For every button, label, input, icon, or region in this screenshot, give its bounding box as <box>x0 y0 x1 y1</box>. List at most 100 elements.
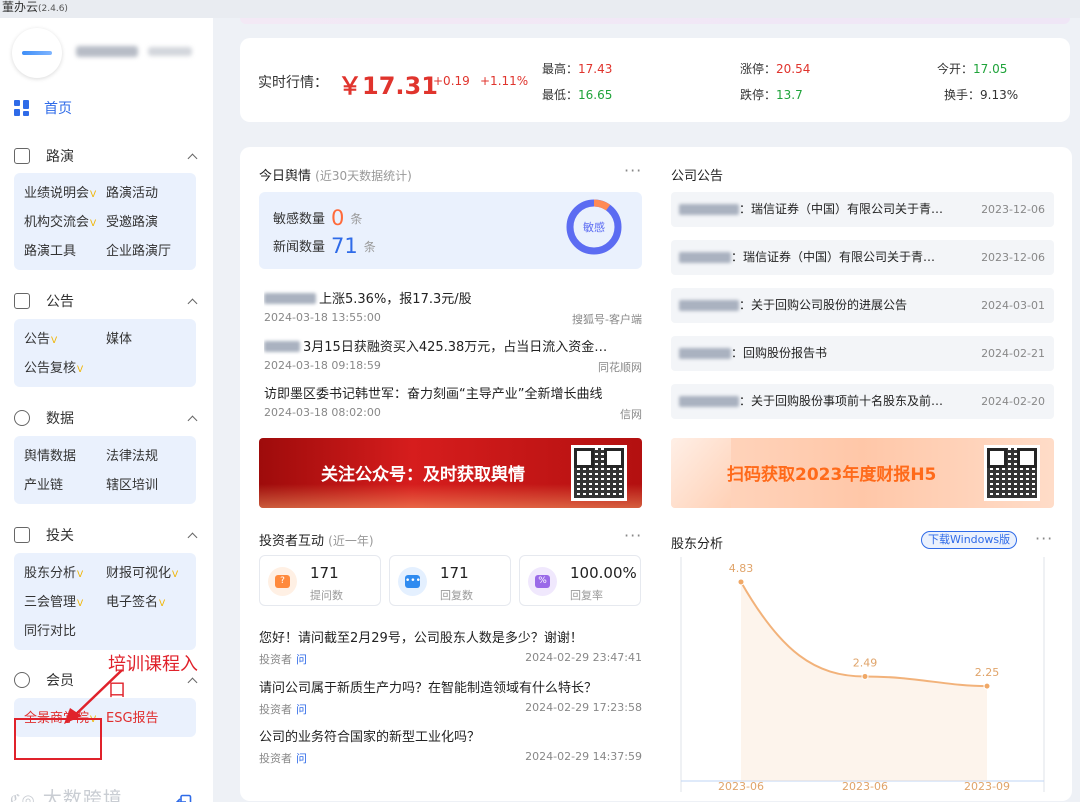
more-icon[interactable]: ··· <box>624 526 642 545</box>
sidebar-item-label: 路演活动 <box>106 186 159 201</box>
section-header-data[interactable]: 数据 <box>14 408 198 428</box>
news-item[interactable]: 3月15日获融资买入425.38万元，占当日流入资金… 2024-03-18 09… <box>264 336 642 375</box>
percent-icon: % <box>528 567 557 596</box>
series-area <box>741 581 987 781</box>
notice-date: 2023-12-06 <box>981 203 1045 216</box>
section-menu-ir: 股东分析V 财报可视化V三会管理V 电子签名V同行对比 <box>14 553 196 650</box>
qa-meta: 投资者问 2024-02-29 17:23:58 <box>259 701 642 717</box>
chevron-up-icon[interactable] <box>187 532 198 542</box>
notice-date: 2024-02-20 <box>981 395 1045 408</box>
notice-title: ：关于回购股份事项前十名股东及前… <box>739 394 944 408</box>
stat-card: ••• 171 回复数 <box>389 555 511 606</box>
company-profile[interactable] <box>12 28 212 84</box>
banner-text: 关注公众号：及时获取舆情 <box>321 465 525 485</box>
qa-item[interactable]: 请问公司属于新质生产力吗？在智能制造领域有什么特长？ 投资者问 2024-02-29… <box>259 677 642 717</box>
chevron-up-icon[interactable] <box>187 415 198 425</box>
sidebar-item[interactable]: 业绩说明会V <box>24 179 106 208</box>
vip-badge-icon: V <box>159 599 166 609</box>
sentiment-summary: 敏感数量 0 条 新闻数量 71 条 敏感 <box>259 192 642 269</box>
dashboard-icon <box>14 100 30 116</box>
sidebar-item[interactable]: 公告复核V <box>24 354 106 383</box>
sidebar-item[interactable]: 电子签名V <box>106 588 188 617</box>
notice-item[interactable]: ：回购股份报告书 2024-02-21 <box>671 336 1054 371</box>
stat-card: % 100.00% 回复率 <box>519 555 641 606</box>
asker-label: 投资者 <box>259 752 292 765</box>
sidebar-item[interactable]: 公告V <box>24 325 106 354</box>
download-windows-button[interactable]: 下载Windows版 <box>921 531 1018 549</box>
wechat-follow-banner[interactable]: 关注公众号：及时获取舆情 <box>259 438 642 508</box>
qr-code <box>984 445 1040 501</box>
shareholder-chart: 4.83 2023-06 2.49 2023-06 2.25 2023-09 <box>680 557 1045 793</box>
notice-item[interactable]: ：关于回购公司股份的进展公告 2024-03-01 <box>671 288 1054 323</box>
sidebar-item[interactable]: 辖区培训 <box>106 471 188 500</box>
ask-tag: 问 <box>296 703 307 716</box>
section-header-ir[interactable]: 投关 <box>14 525 198 545</box>
announcement-icon <box>14 293 30 309</box>
chevron-up-icon[interactable] <box>187 153 198 163</box>
news-item[interactable]: 上涨5.36%，报17.3元/股 2024-03-18 13:55:00 搜狐号-客… <box>264 288 642 327</box>
ask-tag: 问 <box>296 653 307 666</box>
qa-meta: 投资者问 2024-02-29 23:47:41 <box>259 651 642 667</box>
news-source: 搜狐号-客户端 <box>572 313 642 326</box>
quote-label: 实时行情： <box>258 75 328 91</box>
report-h5-banner[interactable]: 扫码获取2023年度财报H5 <box>671 438 1054 508</box>
quote-change: +0.19 <box>433 74 470 88</box>
notice-item[interactable]: ：瑞信证券（中国）有限公司关于青… 2023-12-06 <box>671 240 1054 275</box>
donut-label: 敏感 <box>583 220 605 234</box>
quote-price: ￥17.31 <box>338 72 438 100</box>
sidebar-item[interactable]: 受邀路演 <box>106 208 188 237</box>
notice-date: 2024-02-21 <box>981 347 1045 360</box>
news-item[interactable]: 访即墨区委书记韩世军：奋力刻画“主导产业”全新增长曲线 2024-03-18 08… <box>264 383 642 422</box>
notice-item[interactable]: ：关于回购股份事项前十名股东及前… 2024-02-20 <box>671 384 1054 419</box>
sidebar-item[interactable]: 路演活动 <box>106 179 188 208</box>
more-icon[interactable]: ··· <box>624 161 642 180</box>
ask-tag: 问 <box>296 752 307 765</box>
investor-relations-icon <box>14 527 30 543</box>
member-icon <box>14 672 30 688</box>
vip-badge-icon: V <box>51 336 58 346</box>
redacted-name <box>679 252 731 263</box>
more-icon[interactable]: ··· <box>1035 529 1053 548</box>
data-label: 2.49 <box>853 656 878 669</box>
app-title: 董办云 <box>2 0 39 14</box>
chevron-up-icon[interactable] <box>187 298 198 308</box>
qa-item[interactable]: 您好！请问截至2月29号，公司股东人数是多少？谢谢！ 投资者问 2024-02-29… <box>259 627 642 667</box>
sidebar-item[interactable]: 三会管理V <box>24 588 106 617</box>
data-point <box>861 672 869 680</box>
sidebar-item[interactable]: 法律法规 <box>106 442 188 471</box>
news-date: 2024-03-18 13:55:00 <box>264 311 381 324</box>
notices-title: 公司公告 <box>671 169 724 184</box>
company-logo <box>22 51 52 55</box>
section-header-roadshow[interactable]: 路演 <box>14 146 198 166</box>
sidebar-item[interactable]: 股东分析V <box>24 559 106 588</box>
news-source: 同花顺网 <box>598 361 642 374</box>
section-header-announcement[interactable]: 公告 <box>14 291 198 311</box>
sidebar-item[interactable]: 企业路演厅 <box>106 237 188 266</box>
quote-high: 最高：17.43 <box>542 62 613 76</box>
qa-date: 2024-02-29 23:47:41 <box>525 651 642 664</box>
sidebar-item[interactable]: 路演工具 <box>24 237 106 266</box>
sidebar-item[interactable]: 同行对比 <box>24 617 106 646</box>
data-label: 2.25 <box>975 666 1000 679</box>
avatar[interactable] <box>12 28 62 78</box>
sidebar-item[interactable]: 媒体 <box>106 325 188 354</box>
stat-value: 171 <box>310 564 339 582</box>
stat-label: 回复数 <box>440 589 473 602</box>
collapse-sidebar-icon[interactable] <box>176 794 192 802</box>
sidebar-item-label: 股东分析 <box>24 566 77 581</box>
data-label: 4.83 <box>729 562 754 575</box>
question-text: 公司的业务符合国家的新型工业化吗？ <box>259 730 481 745</box>
sidebar-item-home[interactable]: 首页 <box>14 98 72 118</box>
question-text: 您好！请问截至2月29号，公司股东人数是多少？谢谢！ <box>259 631 583 646</box>
question-text: 请问公司属于新质生产力吗？在智能制造领域有什么特长？ <box>259 681 598 696</box>
qa-item[interactable]: 公司的业务符合国家的新型工业化吗？ 投资者问 2024-02-29 14:37:59 <box>259 726 642 766</box>
sidebar-item[interactable]: 财报可视化V <box>106 559 188 588</box>
main-panel: 今日舆情 (近30天数据统计) ··· 敏感数量 0 条 新闻数量 71 条 敏感 上涨… <box>240 147 1072 801</box>
quote-limit-down: 跌停：13.7 <box>740 88 803 102</box>
sidebar-item[interactable]: 产业链 <box>24 471 106 500</box>
sidebar-item[interactable]: 机构交流会V <box>24 208 106 237</box>
redacted-name <box>679 300 739 311</box>
sidebar-item[interactable]: 舆情数据 <box>24 442 106 471</box>
notice-item[interactable]: ：瑞信证券（中国）有限公司关于青… 2023-12-06 <box>671 192 1054 227</box>
roadshow-icon <box>14 148 30 164</box>
